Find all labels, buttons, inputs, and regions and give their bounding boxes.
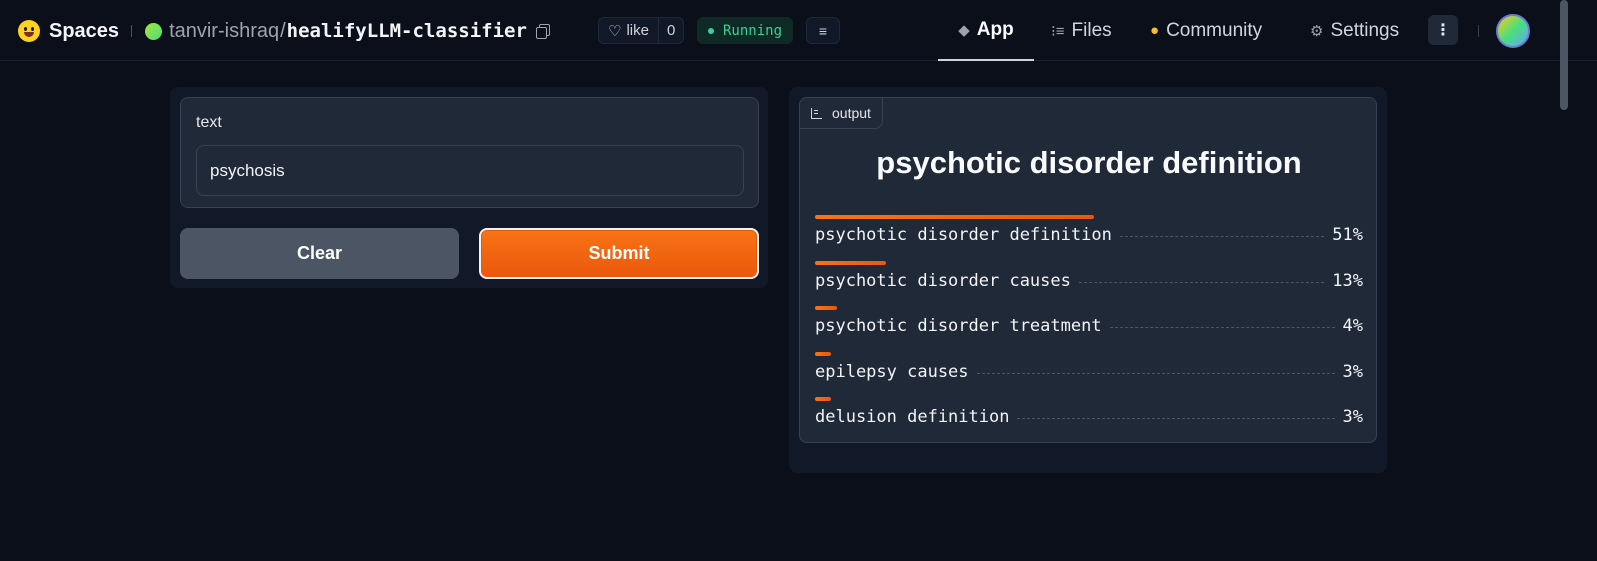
confidence-percent: 4%	[1342, 316, 1363, 336]
dotted-leader	[1078, 281, 1325, 283]
confidence-bar	[815, 351, 831, 356]
hugging-face-logo-icon[interactable]	[18, 20, 40, 42]
confidence-label: delusion definition	[815, 407, 1010, 427]
cube-icon: ◆	[958, 21, 970, 39]
text-input[interactable]	[196, 145, 744, 196]
text-input-label: text	[196, 114, 222, 131]
tab-app-label: App	[976, 18, 1014, 40]
owner-avatar	[145, 22, 163, 40]
dotted-leader	[976, 372, 1335, 374]
repo-name-link[interactable]: healifyLLM-classifier	[287, 20, 527, 42]
confidence-label: psychotic disorder causes	[815, 270, 1071, 291]
like-label: like	[626, 22, 649, 39]
tab-settings-label: Settings	[1330, 19, 1400, 41]
tab-files-label: Files	[1071, 19, 1112, 41]
gear-icon: ⚙	[1310, 22, 1324, 40]
copy-icon[interactable]	[535, 24, 550, 39]
confidence-bar	[815, 306, 837, 310]
submit-button[interactable]: Submit	[479, 228, 759, 279]
confidence-percent: 3%	[1342, 407, 1363, 427]
status-dot-icon	[708, 27, 714, 34]
confidence-row[interactable]: epilepsy causes 3%	[815, 351, 1363, 398]
top-header: Spaces tanvir-ishraq / healifyLLM-classi…	[0, 0, 1597, 61]
more-options-button[interactable]: ⋮	[1428, 15, 1458, 45]
logs-button[interactable]: ≡	[806, 17, 840, 44]
clear-button[interactable]: Clear	[180, 228, 459, 279]
confidence-row[interactable]: psychotic disorder treatment 4%	[815, 306, 1363, 352]
input-panel: text Clear Submit	[170, 87, 768, 288]
tab-settings[interactable]: ⚙ Settings	[1310, 0, 1399, 61]
like-widget: ♡ like 0	[598, 17, 685, 44]
confidence-percent: 13%	[1332, 270, 1363, 291]
predicted-label: psychotic disorder definition	[876, 145, 1302, 180]
status-text: Running	[723, 22, 783, 39]
confidence-row[interactable]: delusion definition 3%	[815, 397, 1363, 443]
confidence-bar	[815, 260, 886, 265]
like-button[interactable]: ♡ like	[599, 18, 659, 43]
user-avatar[interactable]	[1496, 14, 1530, 48]
tab-app[interactable]: ◆ App	[938, 0, 1034, 61]
chart-icon	[811, 107, 822, 119]
page-scrollbar[interactable]	[1560, 0, 1568, 110]
output-tag-label: output	[832, 105, 871, 121]
output-tag: output	[799, 97, 883, 129]
owner-link[interactable]: tanvir-ishraq	[169, 20, 279, 43]
tab-files[interactable]: ⁝≡ Files	[1051, 0, 1112, 61]
dotted-leader	[1109, 327, 1335, 328]
dotted-leader	[1119, 236, 1325, 237]
confidence-label: psychotic disorder definition	[815, 225, 1112, 245]
community-icon: ●	[1150, 22, 1160, 39]
heart-icon: ♡	[608, 22, 622, 40]
output-panel: output psychotic disorder definition psy…	[789, 87, 1387, 473]
like-count[interactable]: 0	[659, 18, 683, 43]
confidence-row[interactable]: psychotic disorder definition 51%	[815, 215, 1363, 261]
files-icon: ⁝≡	[1051, 22, 1065, 40]
dotted-leader	[1017, 418, 1335, 419]
tab-community[interactable]: ● Community	[1150, 0, 1262, 61]
divider	[131, 25, 133, 37]
confidence-label: psychotic disorder treatment	[815, 316, 1102, 336]
confidence-list: psychotic disorder definition 51% psycho…	[815, 215, 1363, 443]
more-vertical-icon: ⋮	[1435, 22, 1451, 39]
confidence-bar	[815, 397, 831, 401]
logs-icon: ≡	[818, 22, 828, 39]
status-badge[interactable]: Running	[697, 17, 794, 44]
confidence-bar	[815, 215, 1094, 219]
confidence-row[interactable]: psychotic disorder causes 13%	[815, 260, 1363, 307]
spaces-link[interactable]: Spaces	[49, 20, 119, 43]
tab-community-label: Community	[1166, 19, 1263, 41]
divider	[1478, 25, 1479, 37]
confidence-label: epilepsy causes	[815, 361, 969, 382]
confidence-percent: 51%	[1332, 225, 1363, 245]
space-breadcrumb: Spaces tanvir-ishraq / healifyLLM-classi…	[18, 17, 550, 45]
text-input-block: text	[180, 97, 759, 208]
label-output: output psychotic disorder definition psy…	[799, 97, 1377, 443]
path-separator: /	[280, 19, 286, 42]
confidence-percent: 3%	[1342, 361, 1363, 382]
